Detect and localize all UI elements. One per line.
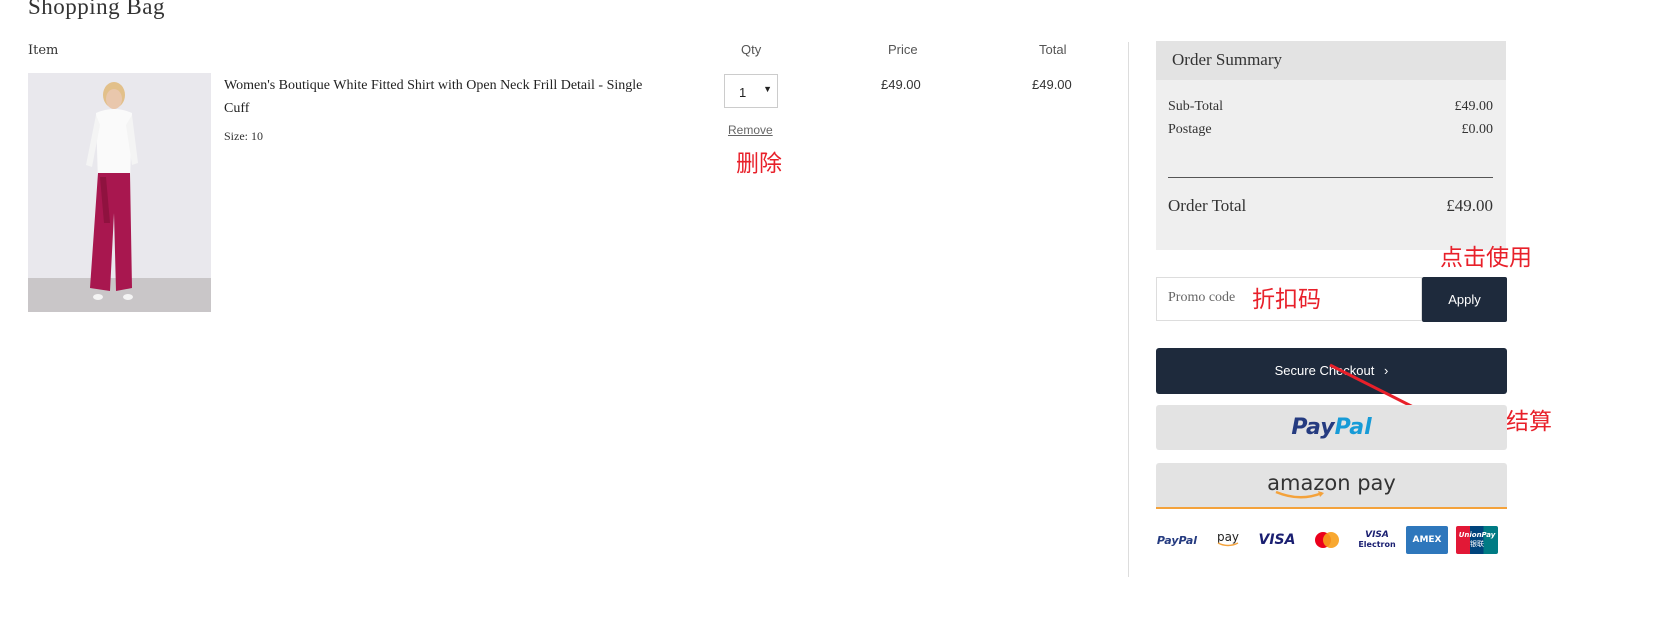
summary-divider	[1168, 177, 1493, 178]
product-image[interactable]	[28, 73, 211, 312]
mastercard-icon	[1312, 526, 1342, 554]
page-title: Shopping Bag	[28, 0, 165, 19]
postage-value: £0.00	[1461, 122, 1494, 137]
order-total-value: £49.00	[1446, 196, 1493, 215]
apply-button[interactable]: Apply	[1422, 277, 1507, 322]
product-name[interactable]: Women's Boutique White Fitted Shirt with…	[224, 74, 664, 120]
postage-row: Postage £0.00	[1168, 122, 1493, 138]
order-summary-title: Order Summary	[1172, 50, 1283, 69]
postage-label: Postage	[1168, 122, 1212, 137]
column-header-item: Item	[28, 43, 59, 58]
amazon-pay-button[interactable]: amazon pay	[1156, 463, 1507, 509]
remove-link[interactable]: Remove	[728, 123, 773, 137]
order-summary-header: Order Summary	[1156, 41, 1506, 80]
annotation-apply: 点击使用	[1440, 245, 1532, 271]
order-total-row: Order Total £49.00	[1168, 196, 1493, 216]
quantity-select[interactable]: 1 ▼	[724, 74, 778, 108]
caret-down-icon: ▼	[763, 84, 772, 94]
order-summary: Order Summary Sub-Total £49.00 Postage £…	[1156, 41, 1506, 250]
paypal-icon: PayPal	[1156, 533, 1198, 547]
quantity-value: 1	[739, 85, 747, 100]
product-size: Size: 10	[224, 129, 263, 143]
annotation-remove: 删除	[736, 151, 782, 177]
subtotal-value: £49.00	[1454, 99, 1494, 114]
subtotal-label: Sub-Total	[1168, 99, 1224, 114]
apple-pay-icon: pay	[1216, 530, 1240, 547]
amazon-smile-icon	[1275, 490, 1324, 499]
amex-icon: AMEX	[1406, 526, 1448, 554]
visa-icon: VISA	[1258, 532, 1296, 548]
column-divider	[1128, 42, 1129, 577]
column-header-total: Total	[1039, 42, 1067, 57]
annotation-promo: 折扣码	[1252, 287, 1321, 313]
paypal-logo: PayPal	[1291, 415, 1372, 440]
paypal-checkout-button[interactable]: PayPal	[1156, 405, 1507, 450]
order-total-label: Order Total	[1168, 196, 1247, 215]
item-total: £49.00	[1032, 77, 1072, 92]
column-header-price: Price	[888, 42, 918, 57]
visa-electron-icon: VISA Electron	[1358, 530, 1396, 549]
subtotal-row: Sub-Total £49.00	[1168, 99, 1493, 115]
column-header-qty: Qty	[741, 42, 762, 57]
unionpay-icon: UnionPay 银联	[1456, 526, 1498, 554]
item-price: £49.00	[881, 77, 921, 92]
